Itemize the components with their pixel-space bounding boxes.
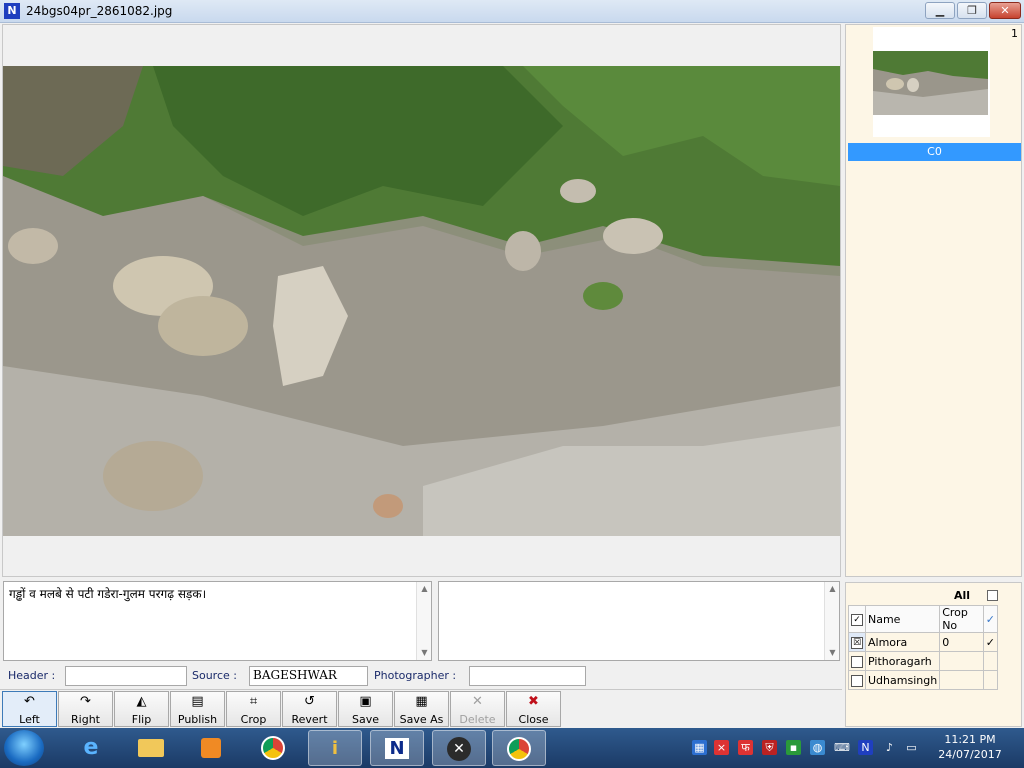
header-label: Header : — [8, 669, 56, 682]
column-header-check-icon: ✓ — [982, 605, 999, 633]
caption-scrollbar[interactable]: ▲ ▼ — [416, 582, 431, 660]
column-header-crop: Crop No — [939, 605, 984, 633]
select-all-checkbox[interactable] — [987, 590, 998, 601]
district-name: Udhamsingh — [864, 670, 941, 690]
flip-button[interactable]: ◭ Flip — [114, 691, 169, 727]
source-label: Source : — [192, 669, 237, 682]
thumbnail-count: 1 — [1011, 27, 1018, 40]
column-header-name: Name — [864, 605, 941, 633]
title-bar: N 24bgs04pr_2861082.jpg ▁ ❐ ✕ — [0, 0, 1024, 23]
row-checkbox[interactable]: ☒ — [851, 636, 863, 649]
photo-preview[interactable] — [3, 66, 840, 536]
header-input[interactable] — [65, 666, 187, 686]
tray-app-icon[interactable]: ▪ — [786, 740, 801, 755]
tray-volume-icon[interactable]: ♪ — [882, 740, 897, 755]
minimize-button[interactable]: ▁ — [925, 2, 955, 19]
app-icon: N — [4, 3, 20, 19]
photo-image — [3, 66, 840, 536]
table-row[interactable]: Pithoragarh — [848, 651, 999, 671]
maximize-button[interactable]: ❐ — [957, 2, 987, 19]
save-icon: ▣ — [359, 694, 372, 709]
crop-number[interactable]: 0 — [939, 632, 984, 652]
tray-network-icon[interactable]: ▦ — [692, 740, 707, 755]
source-input[interactable]: BAGESHWAR — [249, 666, 368, 686]
clock-date: 24/07/2017 — [938, 748, 1002, 761]
media-player-icon[interactable] — [184, 730, 238, 766]
publish-button[interactable]: ▤ Publish — [170, 691, 225, 727]
crop-number[interactable] — [939, 670, 984, 690]
internet-explorer-icon[interactable]: e — [64, 730, 118, 766]
tray-globe-icon[interactable]: ◍ — [810, 740, 825, 755]
file-explorer-icon[interactable] — [124, 730, 178, 766]
rotate-left-icon: ↶ — [24, 694, 35, 709]
secondary-caption-textarea[interactable]: ▲ ▼ — [438, 581, 840, 661]
rotate-left-button[interactable]: ↶ Left — [2, 691, 57, 727]
delete-icon: ✕ — [472, 694, 483, 709]
clock-time: 11:21 PM — [944, 733, 996, 746]
window-title: 24bgs04pr_2861082.jpg — [26, 4, 173, 18]
thumbnail-panel: 1 C0 — [845, 24, 1022, 577]
row-checkbox[interactable] — [851, 655, 863, 668]
save-as-icon: ▦ — [415, 694, 428, 709]
revert-button[interactable]: ↺ Revert — [282, 691, 337, 727]
tray-keyboard-icon[interactable]: ⌨ — [834, 740, 850, 755]
clock[interactable]: 11:21 PM 24/07/2017 — [930, 732, 1010, 762]
taskbar: e i N ✕ ▦ × फ ⛨ ▪ ◍ ⌨ N ♪ ▭ 11:21 PM 24/… — [0, 728, 1024, 768]
scroll-up-icon[interactable]: ▲ — [417, 582, 432, 596]
save-as-button[interactable]: ▦ Save As — [394, 691, 449, 727]
tray-shield-icon[interactable]: ⛨ — [762, 740, 777, 755]
district-name: Pithoragarh — [864, 651, 941, 671]
crop-number[interactable] — [939, 651, 984, 671]
save-button[interactable]: ▣ Save — [338, 691, 393, 727]
header-checkbox[interactable]: ✓ — [851, 613, 863, 626]
district-table: ✓ Name Crop No ✓ ☒ Almora 0 ✓ Pithoragar… — [848, 605, 999, 690]
row-checkbox[interactable] — [851, 674, 863, 687]
chrome-icon[interactable] — [246, 730, 300, 766]
photographer-input[interactable] — [469, 666, 586, 686]
rotate-right-button[interactable]: ↷ Right — [58, 691, 113, 727]
table-row[interactable]: Udhamsingh — [848, 670, 999, 690]
caption-textarea[interactable]: गड्ढों व मलबे से पटी गडेरा-गुलम परगढ़ सड… — [3, 581, 432, 661]
check-mark-icon: ✓ — [982, 632, 999, 652]
x-app-icon[interactable]: ✕ — [432, 730, 486, 766]
scroll-down-icon[interactable]: ▼ — [825, 646, 840, 660]
photographer-label: Photographer : — [374, 669, 457, 682]
table-header-row: ✓ Name Crop No ✓ — [848, 605, 999, 633]
start-button[interactable] — [4, 730, 44, 766]
check-mark-icon — [982, 651, 999, 671]
tray-language-icon[interactable]: फ — [738, 740, 753, 755]
scroll-up-icon[interactable]: ▲ — [825, 582, 840, 596]
district-panel: All ✓ Name Crop No ✓ ☒ Almora 0 ✓ Pithor… — [845, 582, 1022, 727]
delete-button[interactable]: ✕ Delete — [450, 691, 505, 727]
crop-button[interactable]: ⌗ Crop — [226, 691, 281, 727]
publish-icon: ▤ — [191, 694, 204, 709]
flip-icon: ◭ — [136, 694, 147, 709]
close-icon: ✖ — [528, 694, 539, 709]
chrome-window-icon[interactable] — [492, 730, 546, 766]
rotate-right-icon: ↷ — [80, 694, 91, 709]
tray-display-icon[interactable]: ▭ — [904, 740, 919, 755]
scroll-down-icon[interactable]: ▼ — [417, 646, 432, 660]
table-row[interactable]: ☒ Almora 0 ✓ — [848, 632, 999, 652]
app-icon-purple[interactable]: i — [308, 730, 362, 766]
toolbar: ↶ Left ↷ Right ◭ Flip ▤ Publish ⌗ Crop ↺… — [0, 689, 842, 727]
check-mark-icon — [982, 670, 999, 690]
notes-scrollbar[interactable]: ▲ ▼ — [824, 582, 839, 660]
close-button[interactable]: ✖ Close — [506, 691, 561, 727]
tray-x-icon[interactable]: × — [714, 740, 729, 755]
crop-icon: ⌗ — [249, 694, 258, 709]
all-label: All — [954, 589, 971, 602]
caption-text: गड्ढों व मलबे से पटी गडेरा-गुलम परगढ़ सड… — [9, 587, 207, 601]
close-window-button[interactable]: ✕ — [989, 2, 1021, 19]
tray-n-icon[interactable]: N — [858, 740, 873, 755]
district-name: Almora — [864, 632, 941, 652]
n-app-icon[interactable]: N — [370, 730, 424, 766]
revert-icon: ↺ — [304, 694, 315, 709]
thumbnail-label-selected[interactable]: C0 — [848, 143, 1021, 161]
thumbnail-image[interactable] — [873, 51, 988, 115]
